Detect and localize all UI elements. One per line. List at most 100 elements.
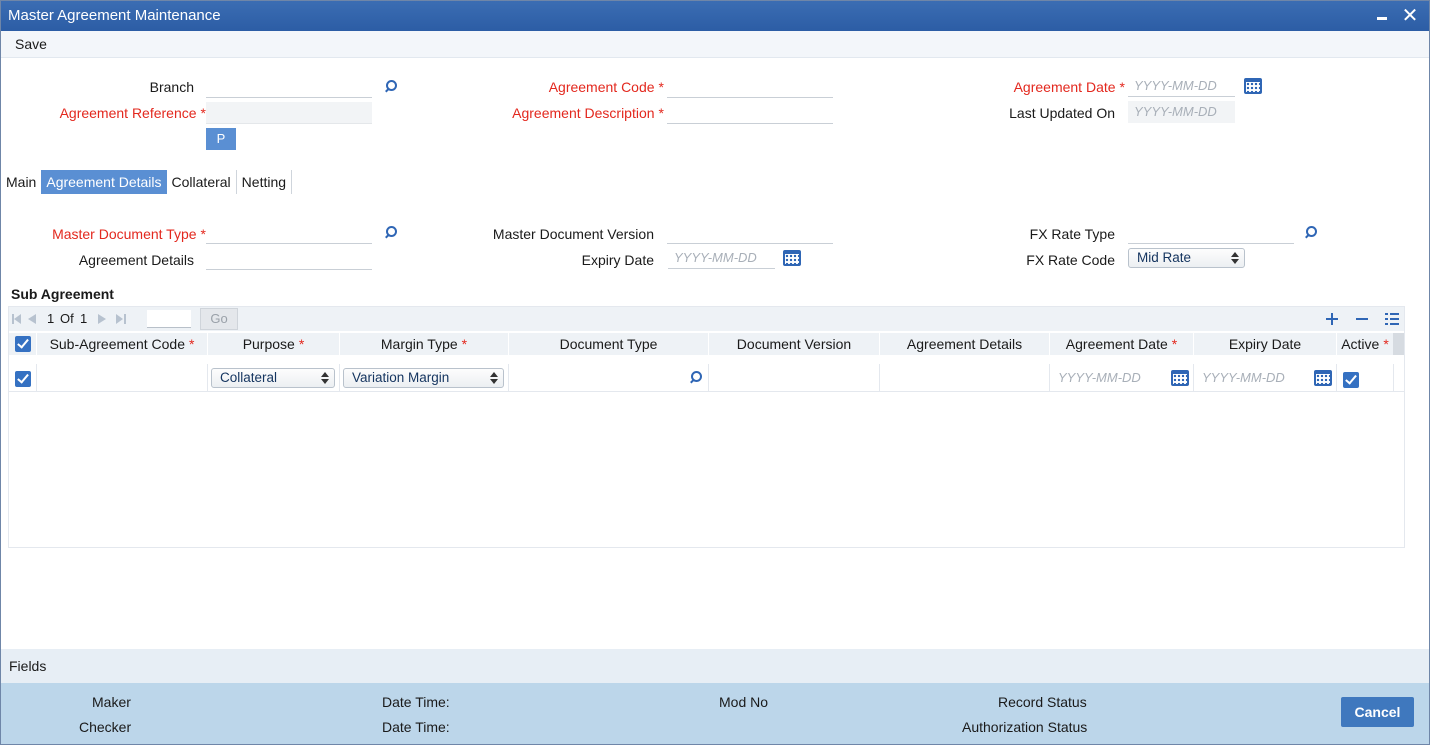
page-number-input[interactable] — [147, 310, 191, 328]
active-cell — [1337, 364, 1394, 392]
col-margin-type: Margin Type * — [340, 333, 509, 355]
last-updated-label: Last Updated On — [1009, 105, 1115, 121]
col-text: Purpose — [242, 336, 295, 352]
agreement-description-label: Agreement Description * — [441, 105, 664, 121]
search-icon[interactable] — [383, 80, 397, 94]
select-all-checkbox[interactable] — [15, 336, 31, 352]
required-mark: * — [1383, 336, 1389, 352]
agreement-code-input[interactable] — [667, 76, 833, 98]
agreement-reference-text: Agreement Reference — [59, 105, 197, 121]
add-row-icon[interactable] — [1325, 312, 1339, 326]
document-type-cell[interactable] — [509, 364, 709, 392]
purpose-value: Collateral — [220, 370, 278, 385]
page-of: Of — [60, 311, 74, 326]
margin-type-cell: Variation Margin — [340, 364, 509, 392]
expiry-date-input[interactable]: YYYY-MM-DD — [668, 247, 775, 269]
required-mark: * — [188, 336, 195, 352]
tab-collateral[interactable]: Collateral — [167, 170, 237, 194]
calendar-icon[interactable] — [1314, 370, 1332, 386]
search-icon[interactable] — [1303, 226, 1317, 240]
row-select-checkbox[interactable] — [15, 371, 31, 387]
master-agreement-window: Master Agreement Maintenance ✕ Save Bran… — [0, 0, 1430, 745]
agreement-date-label: Agreement Date * — [951, 79, 1125, 95]
tab-bar: Main Agreement Details Collateral Nettin… — [1, 170, 293, 194]
sub-agreement-code-cell[interactable] — [37, 364, 208, 392]
audit-footer: Maker Checker Date Time: Date Time: Mod … — [1, 683, 1429, 744]
col-purpose: Purpose * — [208, 333, 340, 355]
mod-no-label: Mod No — [719, 694, 769, 710]
select-all-cell — [9, 333, 37, 355]
branch-label: Branch — [149, 79, 194, 95]
sub-agreement-grid: 1 Of 1 Go Sub-Agreement Code * Purpose * M… — [8, 306, 1405, 548]
p-button[interactable]: P — [206, 128, 236, 150]
agreement-date-input[interactable]: YYYY-MM-DD — [1128, 75, 1235, 97]
master-document-type-input[interactable] — [206, 222, 372, 244]
table-row: Collateral Variation Margin YYYY-MM-DD Y… — [9, 364, 1404, 392]
previous-page-icon[interactable] — [28, 314, 38, 324]
tab-agreement-details[interactable]: Agreement Details — [41, 170, 167, 194]
title-bar: Master Agreement Maintenance ✕ — [1, 1, 1429, 31]
last-page-icon[interactable] — [116, 314, 126, 324]
record-status-label: Record Status — [998, 694, 1087, 710]
expiry-date-field[interactable]: YYYY-MM-DD — [1196, 367, 1285, 389]
tab-main[interactable]: Main — [1, 170, 41, 194]
page-current: 1 — [47, 311, 55, 326]
calendar-icon[interactable] — [1244, 78, 1262, 94]
fields-bar[interactable]: Fields — [1, 649, 1429, 683]
go-button[interactable]: Go — [200, 308, 238, 330]
agreement-details-cell[interactable] — [880, 364, 1050, 392]
agreement-description-input[interactable] — [667, 102, 833, 124]
master-document-type-text: Master Document Type — [52, 226, 197, 242]
active-checkbox[interactable] — [1343, 372, 1359, 388]
maker-label: Maker — [92, 694, 131, 710]
row-select-cell — [9, 364, 37, 392]
search-icon[interactable] — [383, 226, 397, 240]
agreement-description-text: Agreement Description — [512, 105, 655, 121]
minimize-icon[interactable] — [1371, 1, 1393, 31]
cancel-button[interactable]: Cancel — [1341, 697, 1414, 727]
branch-input[interactable] — [206, 76, 372, 98]
purpose-select[interactable]: Collateral — [211, 368, 335, 388]
agreement-date-field[interactable]: YYYY-MM-DD — [1052, 367, 1141, 389]
agreement-date-cell: YYYY-MM-DD — [1050, 364, 1194, 392]
close-icon[interactable]: ✕ — [1399, 1, 1421, 31]
purpose-cell: Collateral — [208, 364, 340, 392]
grid-pager: 1 Of 1 Go — [9, 307, 1404, 331]
required-mark: * — [1119, 79, 1125, 95]
fx-rate-type-label: FX Rate Type — [1029, 226, 1115, 242]
agreement-reference-label: Agreement Reference * — [21, 105, 206, 121]
master-document-version-input[interactable] — [667, 222, 833, 244]
expiry-date-cell: YYYY-MM-DD — [1194, 364, 1337, 392]
calendar-icon[interactable] — [783, 250, 801, 266]
agreement-code-label: Agreement Code * — [471, 79, 664, 95]
agreement-details-input[interactable] — [206, 248, 372, 270]
tab-netting[interactable]: Netting — [237, 170, 293, 194]
calendar-icon[interactable] — [1171, 370, 1189, 386]
search-icon[interactable] — [688, 371, 702, 385]
fx-rate-code-label: FX Rate Code — [1026, 252, 1115, 268]
fx-rate-code-value: Mid Rate — [1137, 250, 1192, 265]
fx-rate-code-select[interactable]: Mid Rate — [1128, 248, 1245, 268]
document-version-cell[interactable] — [709, 364, 880, 392]
col-agreement-details: Agreement Details — [880, 333, 1050, 355]
page-total: 1 — [80, 311, 88, 326]
required-mark: * — [461, 336, 468, 352]
window-title: Master Agreement Maintenance — [8, 7, 221, 24]
col-expiry-date: Expiry Date — [1194, 333, 1337, 355]
agreement-details-label: Agreement Details — [78, 252, 194, 268]
first-page-icon[interactable] — [12, 314, 22, 324]
fx-rate-type-input[interactable] — [1128, 222, 1294, 244]
checker-date-time-label: Date Time: — [382, 719, 450, 735]
agreement-date-text: Agreement Date — [1013, 79, 1116, 95]
col-text: Agreement Date — [1065, 336, 1168, 352]
save-button[interactable]: Save — [15, 36, 47, 52]
authorization-status-label: Authorization Status — [962, 719, 1088, 735]
margin-type-select[interactable]: Variation Margin — [343, 368, 504, 388]
next-page-icon[interactable] — [98, 314, 108, 324]
col-document-version: Document Version — [709, 333, 880, 355]
delete-row-icon[interactable] — [1355, 312, 1369, 326]
agreement-reference-input[interactable] — [206, 102, 372, 124]
col-text: Margin Type — [380, 336, 458, 352]
grid-scrollbar[interactable] — [1393, 333, 1404, 355]
view-list-icon[interactable] — [1385, 312, 1399, 326]
